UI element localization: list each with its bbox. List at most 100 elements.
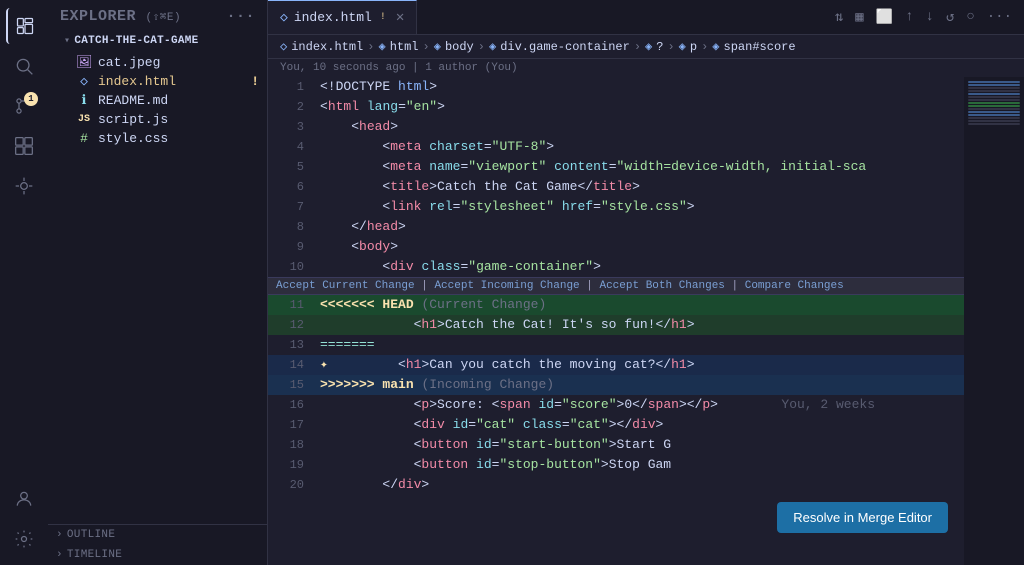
line-num-17: 17: [268, 415, 316, 435]
editor-area[interactable]: 1 <!DOCTYPE html> 2 <html lang="en"> 3 <…: [268, 77, 964, 565]
code-line-1: 1 <!DOCTYPE html>: [268, 77, 964, 97]
code-line-19: 19 <button id="stop-button">Stop Gam: [268, 455, 964, 475]
line-num-10: 10: [268, 257, 316, 277]
bc-index[interactable]: index.html: [291, 40, 363, 54]
tab-close-icon[interactable]: ✕: [396, 9, 404, 26]
bc-sep1: ›: [367, 40, 374, 54]
bc-q[interactable]: ?: [656, 40, 663, 54]
code-line-6: 6 <title>Catch the Cat Game</title>: [268, 177, 964, 197]
minimap-line: [968, 90, 1020, 92]
accept-incoming-link[interactable]: Accept Incoming Change: [434, 280, 579, 292]
bc-icon-div: ◈: [489, 39, 496, 54]
extensions-icon[interactable]: [6, 128, 42, 164]
file-name-readme: README.md: [98, 93, 259, 108]
bc-sep2: ›: [423, 40, 430, 54]
git-blame: You, 10 seconds ago | 1 author (You): [268, 59, 1024, 77]
accept-both-link[interactable]: Accept Both Changes: [599, 280, 724, 292]
move-up-icon[interactable]: ↑: [901, 7, 917, 27]
split-editor-icon[interactable]: ⇅: [831, 7, 847, 28]
sidebar-timeline-section[interactable]: › TIMELINE: [48, 545, 267, 565]
redo-icon[interactable]: ○: [962, 7, 978, 27]
file-item-style[interactable]: # style.css: [48, 129, 267, 148]
line-content-4: <meta charset="UTF-8">: [316, 137, 964, 157]
minimap-line: [968, 108, 1020, 110]
code-line-7: 7 <link rel="stylesheet" href="style.css…: [268, 197, 964, 217]
code-line-15: 15 >>>>>>> main (Incoming Change): [268, 375, 964, 395]
line-num-16: 16: [268, 395, 316, 415]
minimap-line: [968, 87, 1020, 89]
line-content-17: <div id="cat" class="cat"></div>: [316, 415, 964, 435]
code-line-11: 11 <<<<<<< HEAD (Current Change): [268, 295, 964, 315]
bc-div[interactable]: div.game-container: [500, 40, 630, 54]
tab-index-html[interactable]: ◇ index.html ! ✕: [268, 0, 417, 34]
files-icon[interactable]: [6, 8, 42, 44]
editor-wrapper: 1 <!DOCTYPE html> 2 <html lang="en"> 3 <…: [268, 77, 1024, 565]
more-actions-icon[interactable]: ···: [983, 7, 1016, 27]
line-num-2: 2: [268, 97, 316, 117]
line-num-1: 1: [268, 77, 316, 97]
main-editor: ◇ index.html ! ✕ ⇅ ▦ ⬜ ↑ ↓ ↺ ○ ··· ◇ ind…: [268, 0, 1024, 565]
maximize-icon[interactable]: ⬜: [872, 7, 897, 28]
folder-label: CATCH-THE-CAT-GAME: [74, 35, 198, 47]
line-content-18: <button id="start-button">Start G: [316, 435, 964, 455]
line-num-20: 20: [268, 475, 316, 495]
layout-icon[interactable]: ▦: [851, 7, 867, 28]
compare-changes-link[interactable]: Compare Changes: [745, 280, 844, 292]
sidebar-ellipsis-icon[interactable]: ···: [226, 8, 255, 25]
line-content-1: <!DOCTYPE html>: [316, 77, 964, 97]
undo-icon[interactable]: ↺: [942, 7, 958, 28]
search-icon[interactable]: [6, 48, 42, 84]
line-num-3: 3: [268, 117, 316, 137]
line-num-19: 19: [268, 455, 316, 475]
bc-sep5: ›: [667, 40, 674, 54]
line-content-9: <body>: [316, 237, 964, 257]
source-control-icon[interactable]: 1: [6, 88, 42, 124]
line-num-4: 4: [268, 137, 316, 157]
line-content-8: </head>: [316, 217, 964, 237]
bc-sep3: ›: [478, 40, 485, 54]
resolve-in-merge-editor-button[interactable]: Resolve in Merge Editor: [777, 502, 948, 533]
remote-icon[interactable]: [6, 168, 42, 204]
bc-p[interactable]: p: [690, 40, 697, 54]
minimap-line: [968, 84, 1020, 86]
code-line-16: 16 <p>Score: <span id="score">0</span></…: [268, 395, 964, 415]
line-content-16: <p>Score: <span id="score">0</span></p> …: [316, 395, 964, 415]
minimap-line: [968, 93, 1020, 95]
line-num-14: 14: [268, 355, 316, 375]
bc-sep4: ›: [634, 40, 641, 54]
file-item-index[interactable]: ◇ index.html !: [48, 72, 267, 91]
bc-html[interactable]: html: [390, 40, 419, 54]
sidebar-title: Explorer (⇧⌘E): [60, 8, 181, 25]
folder-name[interactable]: ▾ CATCH-THE-CAT-GAME: [48, 33, 267, 53]
line-content-19: <button id="stop-button">Stop Gam: [316, 455, 964, 475]
bc-icon-html: ◈: [378, 39, 385, 54]
bc-body[interactable]: body: [445, 40, 474, 54]
folder-arrow-icon: ▾: [64, 35, 70, 47]
settings-icon[interactable]: [6, 521, 42, 557]
git-blame-text: You, 10 seconds ago | 1 author (You): [280, 62, 518, 74]
code-line-12: 12 <h1>Catch the Cat! It's so fun!</h1>: [268, 315, 964, 335]
file-item-script[interactable]: JS script.js: [48, 110, 267, 129]
file-item-readme[interactable]: ℹ README.md: [48, 91, 267, 110]
tab-bar: ◇ index.html ! ✕ ⇅ ▦ ⬜ ↑ ↓ ↺ ○ ···: [268, 0, 1024, 35]
minimap-line: [968, 114, 1020, 116]
line-num-6: 6: [268, 177, 316, 197]
sidebar-header: Explorer (⇧⌘E) ···: [48, 0, 267, 33]
account-icon[interactable]: [6, 481, 42, 517]
bc-span[interactable]: span#score: [724, 40, 796, 54]
file-name-cat: cat.jpeg: [98, 55, 259, 70]
line-content-5: <meta name="viewport" content="width=dev…: [316, 157, 964, 177]
minimap-line: [968, 105, 1020, 107]
timeline-label: TIMELINE: [67, 549, 122, 561]
bc-sep6: ›: [701, 40, 708, 54]
line-num-11: 11: [268, 295, 316, 315]
sidebar-outline-section[interactable]: › OUTLINE: [48, 525, 267, 545]
accept-current-link[interactable]: Accept Current Change: [276, 280, 415, 292]
bc-icon-body: ◈: [434, 39, 441, 54]
line-content-11: <<<<<<< HEAD (Current Change): [316, 295, 964, 315]
move-down-icon[interactable]: ↓: [922, 7, 938, 27]
line-content-3: <head>: [316, 117, 964, 137]
minimap-line: [968, 117, 1020, 119]
file-item-cat[interactable]: 🖼 cat.jpeg: [48, 53, 267, 72]
file-icon-html: ◇: [76, 74, 92, 89]
